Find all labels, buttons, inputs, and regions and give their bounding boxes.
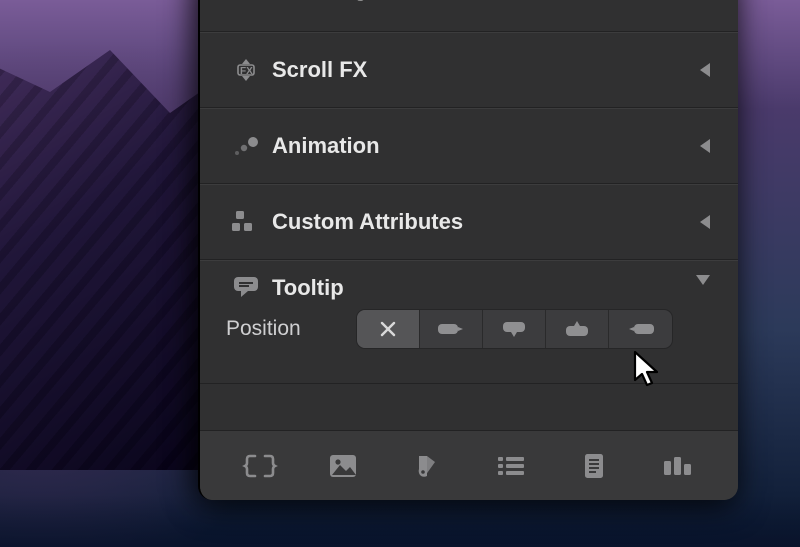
tab-page[interactable]	[566, 442, 622, 490]
chevron-left-icon	[700, 139, 710, 153]
page-icon	[582, 452, 606, 480]
position-segmented-control	[356, 309, 673, 349]
list-icon	[496, 454, 526, 478]
position-option-bottom[interactable]	[483, 310, 546, 348]
section-bloc-edge-divider[interactable]: Bloc Edge Divider	[200, 0, 738, 32]
section-custom-attributes[interactable]: Custom Attributes	[200, 184, 738, 260]
tooltip-right-icon	[436, 320, 466, 338]
tab-image[interactable]	[315, 442, 371, 490]
chevron-left-icon	[700, 63, 710, 77]
columns-icon	[662, 455, 694, 477]
inspector-bottom-tabs	[200, 430, 738, 500]
tab-brackets[interactable]	[232, 442, 288, 490]
position-option-top[interactable]	[546, 310, 609, 348]
tab-columns[interactable]	[650, 442, 706, 490]
scroll-fx-icon: FX	[226, 56, 266, 84]
section-label: Scroll FX	[272, 57, 367, 83]
section-scroll-fx[interactable]: FX Scroll FX	[200, 32, 738, 108]
position-option-right[interactable]	[420, 310, 483, 348]
section-label: Tooltip	[272, 275, 344, 301]
animation-icon	[226, 134, 266, 158]
tooltip-position-row: Position	[226, 309, 710, 349]
tooltip-top-icon	[564, 319, 590, 339]
section-label: Animation	[272, 133, 380, 159]
section-tooltip-header[interactable]: Tooltip	[226, 275, 710, 301]
section-tooltip: Tooltip Position	[200, 260, 738, 384]
tooltip-bottom-icon	[501, 319, 527, 339]
tab-list[interactable]	[483, 442, 539, 490]
custom-attributes-icon	[226, 209, 266, 235]
inspector-panel: Bloc Edge Divider FX Scroll FX Animation	[198, 0, 738, 500]
tooltip-left-icon	[626, 320, 656, 338]
image-icon	[328, 453, 358, 479]
tooltip-icon	[226, 275, 266, 299]
chevron-down-icon	[696, 275, 710, 285]
tab-style[interactable]	[399, 442, 455, 490]
style-swatch-icon	[413, 452, 441, 480]
position-option-left[interactable]	[609, 310, 672, 348]
chevron-left-icon	[700, 215, 710, 229]
section-label: Custom Attributes	[272, 209, 463, 235]
position-option-none[interactable]	[357, 310, 420, 348]
brackets-icon	[244, 453, 276, 479]
section-animation[interactable]: Animation	[200, 108, 738, 184]
desktop-bottom-shade	[0, 495, 800, 547]
close-icon	[379, 320, 397, 338]
position-label: Position	[226, 317, 356, 341]
section-label: Bloc Edge Divider	[272, 0, 460, 2]
